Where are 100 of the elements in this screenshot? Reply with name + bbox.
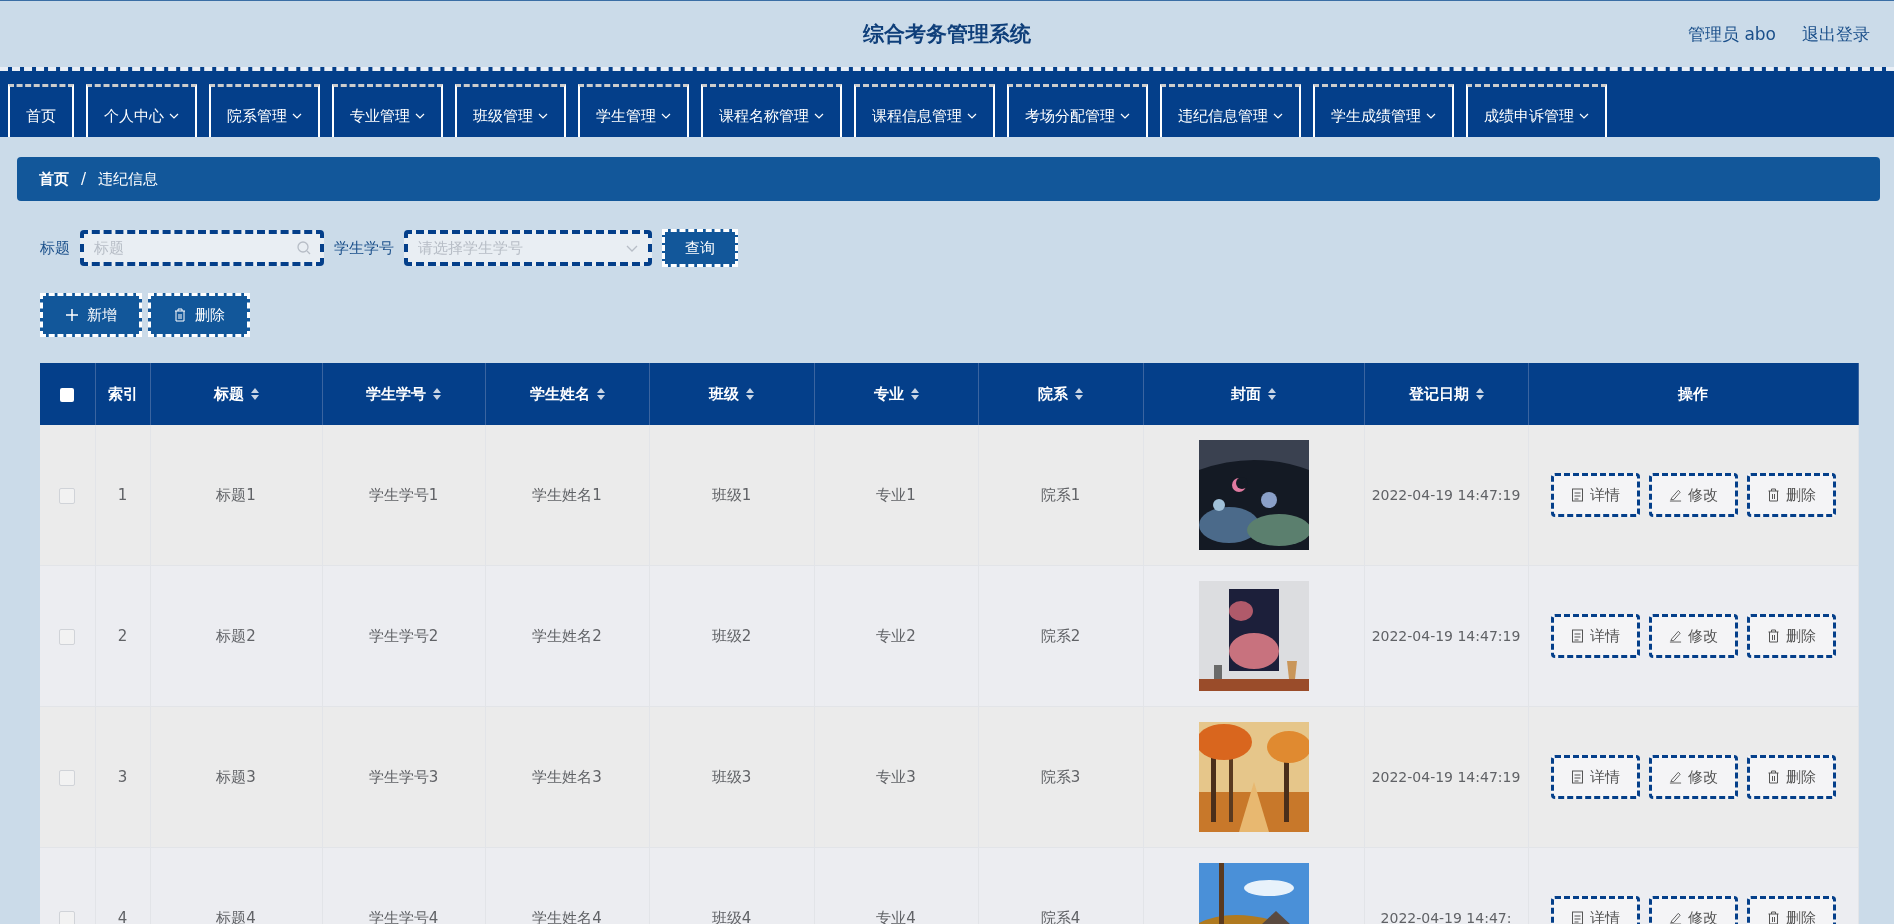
nav-item[interactable]: 个人中心 [86, 84, 197, 137]
table-cell: 2 [117, 627, 128, 645]
delete-button[interactable]: 删除 [1746, 473, 1836, 517]
nav-item[interactable]: 首页 [8, 84, 74, 137]
sort-icon [1075, 388, 1083, 400]
pencil-icon [1668, 770, 1682, 784]
field-label: 学生学号 [334, 238, 394, 258]
sort-icon [1268, 388, 1276, 400]
checkbox[interactable] [59, 628, 76, 645]
column-header[interactable]: 标题 [213, 384, 244, 404]
delete-button[interactable]: 删除 [1746, 614, 1836, 658]
table-cell: 班级4 [711, 908, 752, 924]
trash-icon [1766, 629, 1780, 643]
nav-item[interactable]: 学生成绩管理 [1313, 84, 1454, 137]
query-button[interactable]: 查询 [662, 229, 738, 267]
checkbox[interactable] [59, 910, 76, 924]
table-cell: 学生姓名4 [532, 908, 602, 924]
breadcrumb-item: 违纪信息 [98, 169, 159, 189]
nav-item[interactable]: 课程名称管理 [701, 84, 842, 137]
table-cell: 学生学号2 [368, 626, 439, 645]
table-cell: 学生学号4 [368, 908, 439, 924]
sort-icon [596, 388, 605, 400]
nav-item[interactable]: 院系管理 [209, 84, 320, 137]
column-header: 操作 [1678, 384, 1708, 404]
table-cell: 标题3 [216, 767, 256, 786]
user-label: 管理员 abo [1688, 23, 1776, 46]
checkbox[interactable] [60, 387, 75, 402]
table-cell: 标题4 [216, 908, 256, 924]
table-cell: 专业1 [876, 485, 916, 504]
pencil-icon [1668, 911, 1682, 924]
breadcrumb-item[interactable]: 首页 [39, 169, 69, 189]
details-button[interactable]: 详情 [1550, 614, 1640, 658]
column-header[interactable]: 班级 [709, 384, 739, 404]
delete-button[interactable]: 删除 [1746, 896, 1836, 924]
trash-icon [173, 308, 187, 322]
add-button[interactable]: 新增 [40, 293, 142, 337]
document-icon [1570, 770, 1584, 784]
table-cell: 院系2 [1040, 626, 1081, 645]
column-header[interactable]: 学生姓名 [529, 384, 590, 404]
column-header[interactable]: 封面 [1231, 384, 1261, 404]
table-cell: 班级1 [711, 485, 752, 504]
chevron-down-icon [292, 113, 302, 119]
chevron-down-icon [415, 113, 425, 119]
column-header[interactable]: 学生学号 [366, 384, 426, 404]
edit-button[interactable]: 修改 [1648, 614, 1738, 658]
nav-item[interactable]: 班级管理 [455, 84, 566, 137]
checkbox[interactable] [59, 769, 76, 786]
breadcrumb-separator: / [81, 170, 87, 188]
table-cell-text: 2022-04-19 14:47:19 [1370, 627, 1522, 646]
sort-icon [910, 388, 919, 400]
field-label: 标题 [40, 238, 70, 258]
column-header[interactable]: 院系 [1038, 384, 1068, 404]
table-cell-text: 2022-04-19 14:47:19 [1370, 486, 1522, 505]
chevron-down-icon [814, 113, 824, 119]
table-cell-text: 2022-04-19 14:47: [1379, 909, 1513, 924]
column-header: 索引 [107, 384, 138, 404]
table-cell: 专业2 [876, 626, 916, 645]
table-cell: 班级2 [711, 626, 752, 645]
edit-button[interactable]: 修改 [1648, 755, 1738, 799]
chevron-down-icon [1426, 113, 1436, 119]
sort-icon [1475, 388, 1484, 400]
delete-button[interactable]: 删除 [1746, 755, 1836, 799]
document-icon [1570, 911, 1584, 924]
chevron-down-icon [661, 113, 671, 119]
table-cell: 院系4 [1040, 908, 1081, 924]
table-cell: 4 [117, 909, 128, 924]
trash-icon [1766, 911, 1780, 924]
details-button[interactable]: 详情 [1550, 755, 1640, 799]
checkbox[interactable] [59, 487, 76, 504]
details-button[interactable]: 详情 [1550, 473, 1640, 517]
table-cell-text: 2022-04-19 14:47:19 [1370, 768, 1522, 787]
chevron-down-icon [538, 113, 548, 119]
nav-item[interactable]: 成绩申诉管理 [1466, 84, 1607, 137]
nav-item[interactable]: 专业管理 [332, 84, 443, 137]
nav-item[interactable]: 违纪信息管理 [1160, 84, 1301, 137]
search-icon [296, 240, 312, 256]
app-title: 综合考务管理系统 [863, 21, 1031, 48]
table-cell: 学生姓名2 [532, 626, 602, 645]
chevron-down-icon [1120, 113, 1130, 119]
table-cell: 3 [117, 768, 128, 786]
column-header[interactable]: 专业 [873, 384, 904, 404]
document-icon [1570, 488, 1584, 502]
table-cell: 班级3 [711, 767, 752, 786]
nav-item[interactable]: 学生管理 [578, 84, 689, 137]
nav-item[interactable]: 考场分配管理 [1007, 84, 1148, 137]
plus-icon [65, 308, 79, 322]
delete-button[interactable]: 删除 [148, 293, 250, 337]
table-cell: 专业3 [876, 767, 916, 786]
edit-button[interactable]: 修改 [1648, 896, 1738, 924]
table-cell: 学生学号1 [368, 485, 439, 504]
sort-icon [746, 388, 754, 400]
column-header[interactable]: 登记日期 [1408, 384, 1469, 404]
edit-button[interactable]: 修改 [1648, 473, 1738, 517]
nav-item[interactable]: 课程信息管理 [854, 84, 995, 137]
table-cell: 标题2 [216, 626, 256, 645]
details-button[interactable]: 详情 [1550, 896, 1640, 924]
table-cell: 学生学号3 [368, 767, 439, 786]
pencil-icon [1668, 488, 1682, 502]
table-cell: 学生姓名3 [532, 767, 602, 786]
logout-link[interactable]: 退出登录 [1802, 23, 1870, 46]
